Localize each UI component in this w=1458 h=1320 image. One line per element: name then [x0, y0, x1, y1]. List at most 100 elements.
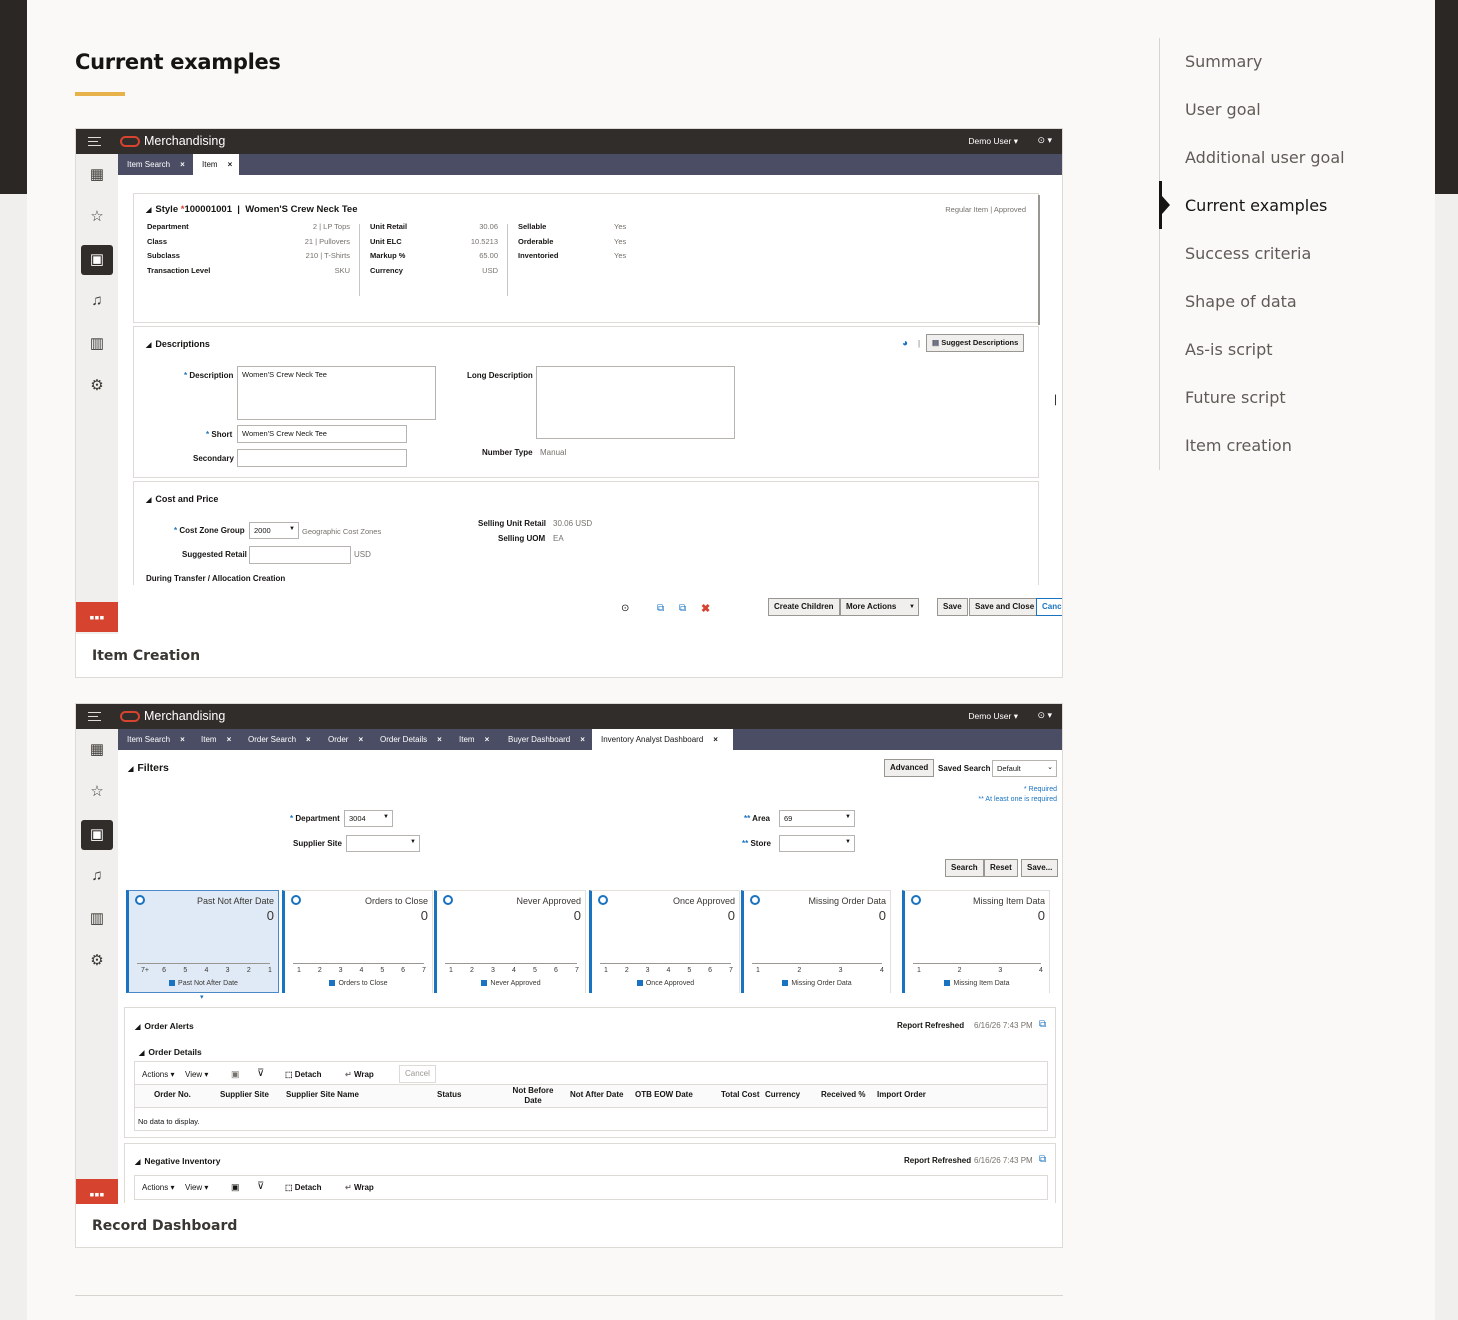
help-menu-icon[interactable]: ⊙ ▾ — [1037, 135, 1052, 146]
more-actions-button[interactable]: More Actions ▼ — [840, 598, 919, 616]
actions-menu[interactable]: Actions ▾ — [142, 1183, 174, 1192]
tasks-icon[interactable]: ▣ — [81, 245, 113, 275]
toc-item-current-examples[interactable]: Current examples — [1185, 196, 1327, 215]
short-field[interactable]: Women'S Crew Neck Tee — [237, 425, 407, 443]
save-search-button[interactable]: Save... — [1021, 859, 1059, 877]
column-header[interactable]: Supplier Site Name — [286, 1090, 359, 1099]
wrap-button[interactable]: ↵ Wrap — [345, 1070, 374, 1079]
star-icon[interactable]: ☆ — [88, 783, 106, 801]
summary-tile[interactable]: Orders to Close 0 1 2 3 4 5 6 7 Orders to Close — [282, 890, 433, 993]
supplier-site-select[interactable]: ▼ — [346, 835, 420, 852]
column-header[interactable]: Currency — [765, 1090, 800, 1099]
radio-icon[interactable] — [598, 895, 608, 905]
tab-order-search[interactable]: Order Search × — [239, 729, 315, 750]
column-header[interactable]: Status — [437, 1090, 461, 1099]
area-select[interactable]: 69 ▼ — [779, 810, 855, 827]
chat-icon[interactable]: ▪▪▪ — [76, 602, 118, 632]
detach-button[interactable]: ⬚ Detach — [285, 1183, 321, 1192]
tab-item[interactable]: Item × — [193, 154, 239, 175]
copy-icon[interactable]: ⧉ — [657, 603, 664, 614]
tab-item[interactable]: Item × — [192, 729, 238, 750]
star-icon[interactable]: ☆ — [88, 208, 106, 226]
radio-icon[interactable] — [911, 895, 921, 905]
refresh-icon[interactable]: ⧉ — [1039, 1154, 1046, 1165]
tab-item-search[interactable]: Item Search × — [118, 154, 193, 175]
column-header[interactable]: Not After Date — [570, 1090, 623, 1099]
scrollbar[interactable] — [1038, 195, 1040, 325]
column-header[interactable]: Order No. — [154, 1090, 191, 1099]
toc-item-item-creation[interactable]: Item creation — [1185, 436, 1292, 455]
column-header[interactable]: Total Cost — [721, 1090, 760, 1099]
toc-item-success-criteria[interactable]: Success criteria — [1185, 244, 1311, 263]
filter-icon[interactable]: ⊽ — [257, 1068, 264, 1079]
column-header[interactable]: Received % — [821, 1090, 865, 1099]
column-header[interactable]: Supplier Site — [220, 1090, 269, 1099]
help-icon[interactable]: ⊙ — [621, 603, 629, 614]
freeze-icon[interactable]: ▣ — [231, 1069, 240, 1080]
user-menu[interactable]: Demo User ▾ — [968, 136, 1018, 147]
long-description-field[interactable] — [536, 366, 735, 439]
toc-item-shape-of-data[interactable]: Shape of data — [1185, 292, 1297, 311]
radio-icon[interactable] — [291, 895, 301, 905]
detach-button[interactable]: ⬚ Detach — [285, 1070, 321, 1079]
cancel-button[interactable]: Cancel — [399, 1065, 436, 1083]
notifications-icon[interactable]: ♫ — [88, 292, 106, 310]
column-header[interactable]: OTB EOW Date — [635, 1090, 693, 1099]
cost-zone-group-select[interactable]: 2000 ▼ — [249, 522, 299, 539]
refresh-icon[interactable]: ⧉ — [1039, 1019, 1046, 1030]
splitter-handle-icon[interactable]: ▕ — [1049, 395, 1056, 406]
create-children-button[interactable]: Create Children — [768, 598, 840, 616]
radio-icon[interactable] — [135, 895, 145, 905]
globe-icon[interactable]: ◕ — [902, 338, 908, 349]
settings-icon[interactable]: ⚙ — [88, 377, 106, 395]
summary-tile[interactable]: Missing Order Data 0 1 2 3 4 Missing Order Dat… — [741, 890, 891, 993]
summary-tile[interactable]: Past Not After Date 0 7+ 6 5 4 3 2 1 Past Not Aft… — [126, 890, 279, 993]
notifications-icon[interactable]: ♫ — [88, 867, 106, 885]
hamburger-menu-icon[interactable] — [88, 137, 101, 146]
search-button[interactable]: Search — [945, 859, 984, 877]
store-select[interactable]: ▼ — [779, 835, 855, 852]
collapse-icon[interactable]: ◢ — [146, 207, 151, 214]
reset-button[interactable]: Reset — [984, 859, 1018, 877]
delete-icon[interactable]: ✖ — [701, 602, 710, 615]
freeze-icon[interactable]: ▣ — [231, 1182, 240, 1193]
secondary-field[interactable] — [237, 449, 407, 467]
summary-tile[interactable]: Once Approved 0 1 2 3 4 5 6 7 Once Approved — [589, 890, 740, 993]
suggested-retail-field[interactable] — [249, 546, 351, 564]
saved-search-select[interactable]: Default ⌄ — [992, 760, 1057, 777]
actions-menu[interactable]: Actions ▾ — [142, 1070, 174, 1079]
tab-item-search[interactable]: Item Search × — [118, 729, 192, 750]
close-icon[interactable]: × — [180, 160, 185, 169]
duplicate-icon[interactable]: ⧉ — [679, 603, 686, 614]
hamburger-menu-icon[interactable] — [88, 712, 101, 721]
grid-icon[interactable]: ▦ — [88, 741, 106, 759]
tab-inventory-analyst-dashboard[interactable]: Inventory Analyst Dashboard × — [592, 729, 733, 750]
grid-icon[interactable]: ▦ — [88, 166, 106, 184]
view-menu[interactable]: View ▾ — [185, 1070, 208, 1079]
toc-item-as-is-script[interactable]: As-is script — [1185, 340, 1273, 359]
tasks-icon[interactable]: ▣ — [81, 820, 113, 850]
advanced-button[interactable]: Advanced — [884, 759, 935, 777]
reports-icon[interactable]: ▥ — [88, 335, 106, 353]
column-header[interactable]: Not Before Date — [511, 1086, 555, 1106]
toc-item-future-script[interactable]: Future script — [1185, 388, 1286, 407]
suggest-descriptions-button[interactable]: ▤ Suggest Descriptions — [926, 334, 1025, 352]
reports-icon[interactable]: ▥ — [88, 910, 106, 928]
description-field[interactable]: Women'S Crew Neck Tee — [237, 366, 436, 420]
column-header[interactable]: Import Order — [877, 1090, 926, 1099]
cancel-button[interactable]: Cancel — [1036, 598, 1062, 616]
user-menu[interactable]: Demo User ▾ — [968, 711, 1018, 722]
tab-order[interactable]: Order × — [319, 729, 371, 750]
view-menu[interactable]: View ▾ — [185, 1183, 208, 1192]
department-select[interactable]: 3004 ▼ — [344, 810, 393, 827]
summary-tile[interactable]: Missing Item Data 0 1 2 3 4 Missing Item Data — [902, 890, 1050, 993]
settings-icon[interactable]: ⚙ — [88, 952, 106, 970]
toc-item-additional-user-goal[interactable]: Additional user goal — [1185, 148, 1345, 167]
summary-tile[interactable]: Never Approved 0 1 2 3 4 5 6 7 Never Approved — [434, 890, 586, 993]
tab-buyer-dashboard[interactable]: Buyer Dashboard × — [499, 729, 591, 750]
save-button[interactable]: Save — [937, 598, 968, 616]
radio-icon[interactable] — [443, 895, 453, 905]
help-menu-icon[interactable]: ⊙ ▾ — [1037, 710, 1052, 721]
chat-icon[interactable]: ▪▪▪ — [76, 1179, 118, 1204]
close-icon[interactable]: × — [228, 160, 233, 169]
